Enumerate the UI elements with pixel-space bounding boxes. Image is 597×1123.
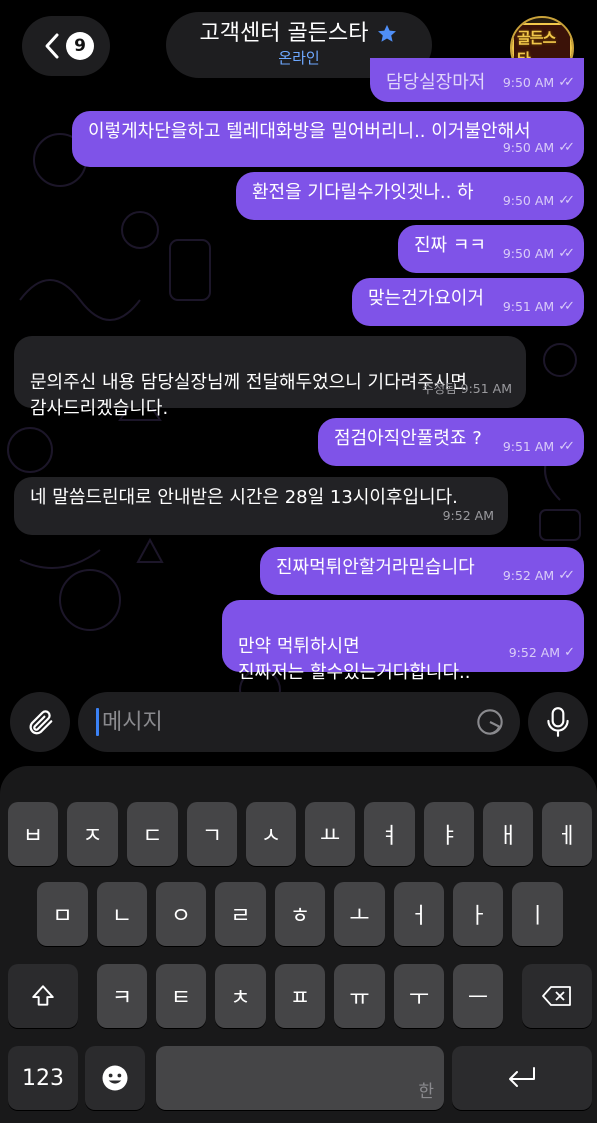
key[interactable]: ㅡ xyxy=(453,964,503,1028)
key[interactable]: ㅊ xyxy=(215,964,266,1028)
key[interactable]: ㄴ xyxy=(97,882,147,946)
message-bubble[interactable]: 문의주신 내용 담당실장님께 전달해두었으니 기다려주시면 감사드리겠습니다. … xyxy=(14,336,526,419)
message-time: 9:50 AM ✓✓ xyxy=(503,135,575,161)
shift-key[interactable] xyxy=(8,964,78,1028)
message-time: 9:52 AM ✓ xyxy=(509,640,575,666)
message-bubble[interactable]: 점검아직안풀렷죠 ? 9:51 AM ✓✓ xyxy=(318,418,584,466)
key[interactable]: ㅅ xyxy=(246,802,296,866)
message-input-box[interactable] xyxy=(78,692,520,752)
single-check-icon: ✓ xyxy=(564,645,575,660)
chat-title-row: 고객센터 골든스타 xyxy=(200,20,399,48)
korean-keyboard: ㅂ ㅈ ㄷ ㄱ ㅅ ㅛ ㅕ ㅑ ㅐ ㅔ ㅁ ㄴ ㅇ ㄹ ㅎ ㅗ ㅓ ㅏ ㅣ ㅋ … xyxy=(0,766,597,1123)
space-key[interactable]: 한 xyxy=(156,1046,444,1110)
space-key-label: 한 xyxy=(418,1082,434,1102)
message-time: 9:50 AM ✓✓ xyxy=(503,188,575,214)
key[interactable]: ㅠ xyxy=(334,964,385,1028)
key[interactable]: ㅜ xyxy=(394,964,444,1028)
back-button[interactable]: 9 xyxy=(22,16,110,76)
backspace-icon xyxy=(542,986,571,1006)
key[interactable]: ㄷ xyxy=(127,802,178,866)
double-check-icon: ✓✓ xyxy=(558,140,575,155)
message-bubble[interactable]: 이렇게차단을하고 텔레대화방을 밀어버리니.. 이거불안해서 9:50 AM ✓✓ xyxy=(72,111,584,167)
microphone-icon xyxy=(547,707,569,737)
numbers-key[interactable]: 123 xyxy=(8,1046,78,1110)
unread-count-badge: 9 xyxy=(66,32,94,60)
key[interactable]: ㅐ xyxy=(483,802,533,866)
message-bubble[interactable]: 진짜 ㅋㅋ 9:50 AM ✓✓ xyxy=(398,225,584,273)
key[interactable]: ㅓ xyxy=(394,882,444,946)
message-time: 9:50 AM ✓✓ xyxy=(503,241,575,267)
message-bubble[interactable]: 환전을 기다릴수가잇겟나.. 하 9:50 AM ✓✓ xyxy=(236,172,584,220)
message-bubble[interactable]: 진짜먹튀안할거라믿습니다 9:52 AM ✓✓ xyxy=(260,547,584,595)
chat-title: 고객센터 골든스타 xyxy=(199,21,369,46)
double-check-icon: ✓✓ xyxy=(558,193,575,208)
key[interactable]: ㅈ xyxy=(67,802,118,866)
paperclip-icon xyxy=(29,710,53,735)
key[interactable]: ㅁ xyxy=(37,882,88,946)
star-icon xyxy=(378,24,397,42)
message-time: 9:50 AM ✓✓ xyxy=(503,70,575,96)
message-time: 9:51 AM ✓✓ xyxy=(503,294,575,320)
double-check-icon: ✓✓ xyxy=(558,299,575,314)
message-text: 진짜먹튀안할거라믿습니다 xyxy=(276,557,475,578)
key[interactable]: ㅑ xyxy=(424,802,474,866)
message-input[interactable] xyxy=(102,702,462,742)
message-time: 9:52 AM xyxy=(442,508,494,523)
key[interactable]: ㅛ xyxy=(305,802,355,866)
key[interactable]: ㅏ xyxy=(453,882,503,946)
key[interactable]: ㅍ xyxy=(275,964,325,1028)
telegram-chat-screen: 9 고객센터 골든스타 온라인 골든스타 담당실장마저 9:50 AM✓✓ 이렇… xyxy=(0,0,597,1123)
key[interactable]: ㄹ xyxy=(215,882,266,946)
message-bubble[interactable]: 맞는건가요이거 9:51 AM ✓✓ xyxy=(352,278,584,326)
message-text: 진짜 ㅋㅋ xyxy=(414,235,486,256)
double-check-icon: ✓✓ xyxy=(558,246,575,261)
key[interactable]: ㅂ xyxy=(8,802,58,866)
chevron-left-icon xyxy=(45,33,59,59)
message-text: 환전을 기다릴수가잇겟나.. 하 xyxy=(252,182,474,203)
message-bubble[interactable]: 만약 먹튀하시면 진짜저는 할수있는거다합니다.. 9:52 AM ✓ xyxy=(222,600,584,683)
emoji-key[interactable] xyxy=(85,1046,145,1110)
key[interactable]: ㅌ xyxy=(156,964,206,1028)
message-bubble[interactable]: 담당실장마저 9:50 AM ✓✓ xyxy=(370,58,584,102)
message-text: 네 말씀드린대로 안내받은 시간은 28일 13시이후입니다. xyxy=(30,487,458,508)
message-text: 맞는건가요이거 xyxy=(368,288,484,309)
double-check-icon: ✓✓ xyxy=(558,568,575,583)
message-time: 수정됨 9:51 AM xyxy=(422,381,512,396)
key[interactable]: ㅋ xyxy=(97,964,147,1028)
message-text: 이렇게차단을하고 텔레대화방을 밀어버리니.. 이거불안해서 xyxy=(88,121,531,142)
backspace-key[interactable] xyxy=(522,964,592,1028)
message-text: 점검아직안풀렷죠 ? xyxy=(334,428,482,449)
key[interactable]: ㅔ xyxy=(542,802,592,866)
key[interactable]: ㄱ xyxy=(187,802,237,866)
return-key[interactable] xyxy=(452,1046,592,1110)
attach-button[interactable] xyxy=(10,692,70,752)
sticker-icon[interactable] xyxy=(476,708,504,736)
key[interactable]: ㅣ xyxy=(512,882,563,946)
text-caret xyxy=(96,708,99,736)
key[interactable]: ㅕ xyxy=(364,802,415,866)
voice-record-button[interactable] xyxy=(528,692,588,752)
message-bubble[interactable]: 네 말씀드린대로 안내받은 시간은 28일 13시이후입니다. 9:52 AM xyxy=(14,477,508,535)
double-check-icon: ✓✓ xyxy=(558,439,575,454)
message-text: 만약 먹튀하시면 진짜저는 할수있는거다합니다.. xyxy=(238,636,471,683)
shift-icon xyxy=(32,985,54,1006)
message-time: 9:52 AM ✓✓ xyxy=(503,563,575,589)
message-time: 9:51 AM ✓✓ xyxy=(503,434,575,460)
key[interactable]: ㅇ xyxy=(156,882,206,946)
double-check-icon: ✓✓ xyxy=(558,75,575,90)
key[interactable]: ㅎ xyxy=(275,882,325,946)
return-icon xyxy=(509,1067,535,1087)
key[interactable]: ㅗ xyxy=(334,882,385,946)
emoji-icon xyxy=(102,1065,128,1091)
message-text: 담당실장마저 xyxy=(386,72,486,93)
